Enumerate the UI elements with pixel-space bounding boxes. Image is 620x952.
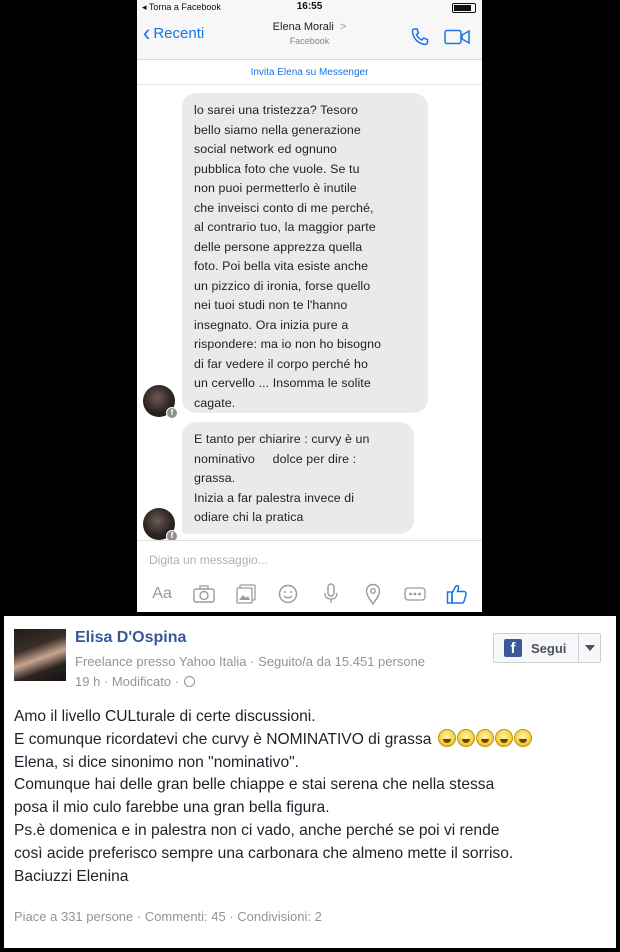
message-line: insegnato. Ora inizia pure a xyxy=(194,317,349,332)
more-icon[interactable] xyxy=(401,582,429,606)
caret-down-icon xyxy=(584,645,595,651)
message-input[interactable]: Digita un messaggio... xyxy=(149,553,268,567)
message-bubble: E tanto per chiarire : curvy è un nomina… xyxy=(182,422,414,534)
author-avatar[interactable] xyxy=(14,629,66,681)
like-icon[interactable] xyxy=(443,582,471,606)
message-line: E tanto per chiarire : curvy è un xyxy=(194,432,370,446)
contact-name: Elena Morali xyxy=(272,21,334,33)
conversation-header: ‹ Recenti Elena Morali > Facebook xyxy=(137,15,482,60)
follow-options-button[interactable] xyxy=(579,645,600,651)
composer-toolbar: Aa xyxy=(137,580,482,608)
chevron-left-icon: ‹ xyxy=(143,18,151,47)
message-line: delle persone apprezza quella xyxy=(194,239,363,254)
message-line: lo sarei una tristezza? Tesoro xyxy=(194,103,358,117)
laughing-emoji-icon xyxy=(513,728,532,747)
message-line: al contrario tuo, la maggior parte xyxy=(194,220,376,234)
globe-icon xyxy=(184,676,196,687)
post-line: E comunque ricordatevi che curvy è NOMIN… xyxy=(14,730,432,748)
post-line: Baciuzzi Elenina xyxy=(14,867,129,885)
author-meta: Freelance presso Yahoo Italia · Seguito/… xyxy=(75,654,426,669)
message-bubble: lo sarei una tristezza? Tesoro bello sia… xyxy=(182,93,428,413)
laughing-emoji-icon xyxy=(475,728,494,747)
laughing-emoji-icon xyxy=(437,728,456,747)
post-body: Amo il livello CULturale di certe discus… xyxy=(14,706,614,888)
sender-avatar[interactable]: f xyxy=(143,385,178,419)
message-line: di far vedere il corpo perché ho xyxy=(194,356,369,371)
message-line: Inizia a far palestra invece di xyxy=(194,490,355,505)
phone-call-icon[interactable] xyxy=(410,27,430,52)
gallery-icon[interactable] xyxy=(232,582,260,606)
post-line: Ps.è domenica e in palestra non ci vado,… xyxy=(14,821,500,839)
follow-button[interactable]: f Segui xyxy=(494,634,579,662)
text-format-icon[interactable]: Aa xyxy=(148,582,176,606)
post-stats[interactable]: Piace a 331 persone · Commenti: 45 · Con… xyxy=(14,909,322,924)
follow-button-group: f Segui xyxy=(493,633,601,663)
facebook-post: Elisa D'Ospina Freelance presso Yahoo It… xyxy=(4,616,616,948)
message-line: pubblica foto che vuole. Se tu xyxy=(194,161,360,176)
message-line: bello siamo nella generazione xyxy=(194,122,361,137)
message-line: nei tuoi studi non te l'hanno xyxy=(194,298,348,312)
chevron-right-icon: > xyxy=(339,21,347,33)
location-icon[interactable] xyxy=(359,582,387,606)
post-line: così acide preferisco sempre una carbona… xyxy=(14,844,514,862)
author-name[interactable]: Elisa D'Ospina xyxy=(75,629,186,647)
status-time: 16:55 xyxy=(296,1,323,12)
messenger-screenshot: ◂ Torna a Facebook 16:55 ‹ Recenti Elena… xyxy=(137,0,482,612)
laughing-emoji-icon xyxy=(494,728,513,747)
message-line: nominativo dolce per dire : xyxy=(194,451,357,466)
message-line: che inveisci conto di me perché, xyxy=(194,200,374,215)
message-line: un cervello ... Insomma le solite xyxy=(194,376,371,390)
back-button[interactable]: ‹ Recenti xyxy=(143,18,205,47)
message-composer: Digita un messaggio... Aa xyxy=(137,540,482,612)
laughing-emoji-group xyxy=(437,728,533,747)
camera-icon[interactable] xyxy=(190,582,218,606)
post-line-with-emoji: E comunque ricordatevi che curvy è NOMIN… xyxy=(14,728,614,752)
message-line: rispondere: ma io non ho bisogno xyxy=(194,337,382,351)
contact-info[interactable]: Elena Morali > Facebook xyxy=(227,21,392,46)
emoji-icon[interactable] xyxy=(274,582,302,606)
video-call-icon[interactable] xyxy=(444,29,470,50)
microphone-icon[interactable] xyxy=(317,582,345,606)
message-line: foto. Poi bella vita esiste anche xyxy=(194,259,369,273)
post-line: Elena, si dice sinonimo non "nominativo"… xyxy=(14,753,299,771)
post-line: Amo il livello CULturale di certe discus… xyxy=(14,708,316,725)
message-line: grassa. xyxy=(194,471,236,485)
post-timestamp: 19 h · Modificato · xyxy=(75,674,196,689)
invite-to-messenger-link[interactable]: Invita Elena su Messenger xyxy=(137,61,482,85)
follow-label: Segui xyxy=(531,640,567,656)
message-line: cagate. xyxy=(194,395,236,410)
message-line: social network ed ognuno xyxy=(194,142,337,156)
post-line: Comunque hai delle gran belle chiappe e … xyxy=(14,776,495,794)
message-line: odiare chi la pratica xyxy=(194,510,304,524)
facebook-badge-icon: f xyxy=(166,407,178,419)
sender-avatar[interactable]: f xyxy=(143,508,178,542)
laughing-emoji-icon xyxy=(456,728,475,747)
battery-icon xyxy=(452,3,476,13)
message-line: non puoi permetterlo è inutile xyxy=(194,181,357,195)
post-time-text[interactable]: 19 h · Modificato · xyxy=(75,674,179,689)
facebook-logo-icon: f xyxy=(504,639,522,657)
status-bar: ◂ Torna a Facebook 16:55 xyxy=(137,0,482,15)
contact-source: Facebook xyxy=(289,36,330,46)
back-label: Recenti xyxy=(153,24,205,42)
post-line: posa il mio culo farebbe una gran bella … xyxy=(14,799,330,817)
message-line: un pizzico di ironia, forse quello xyxy=(194,278,371,293)
